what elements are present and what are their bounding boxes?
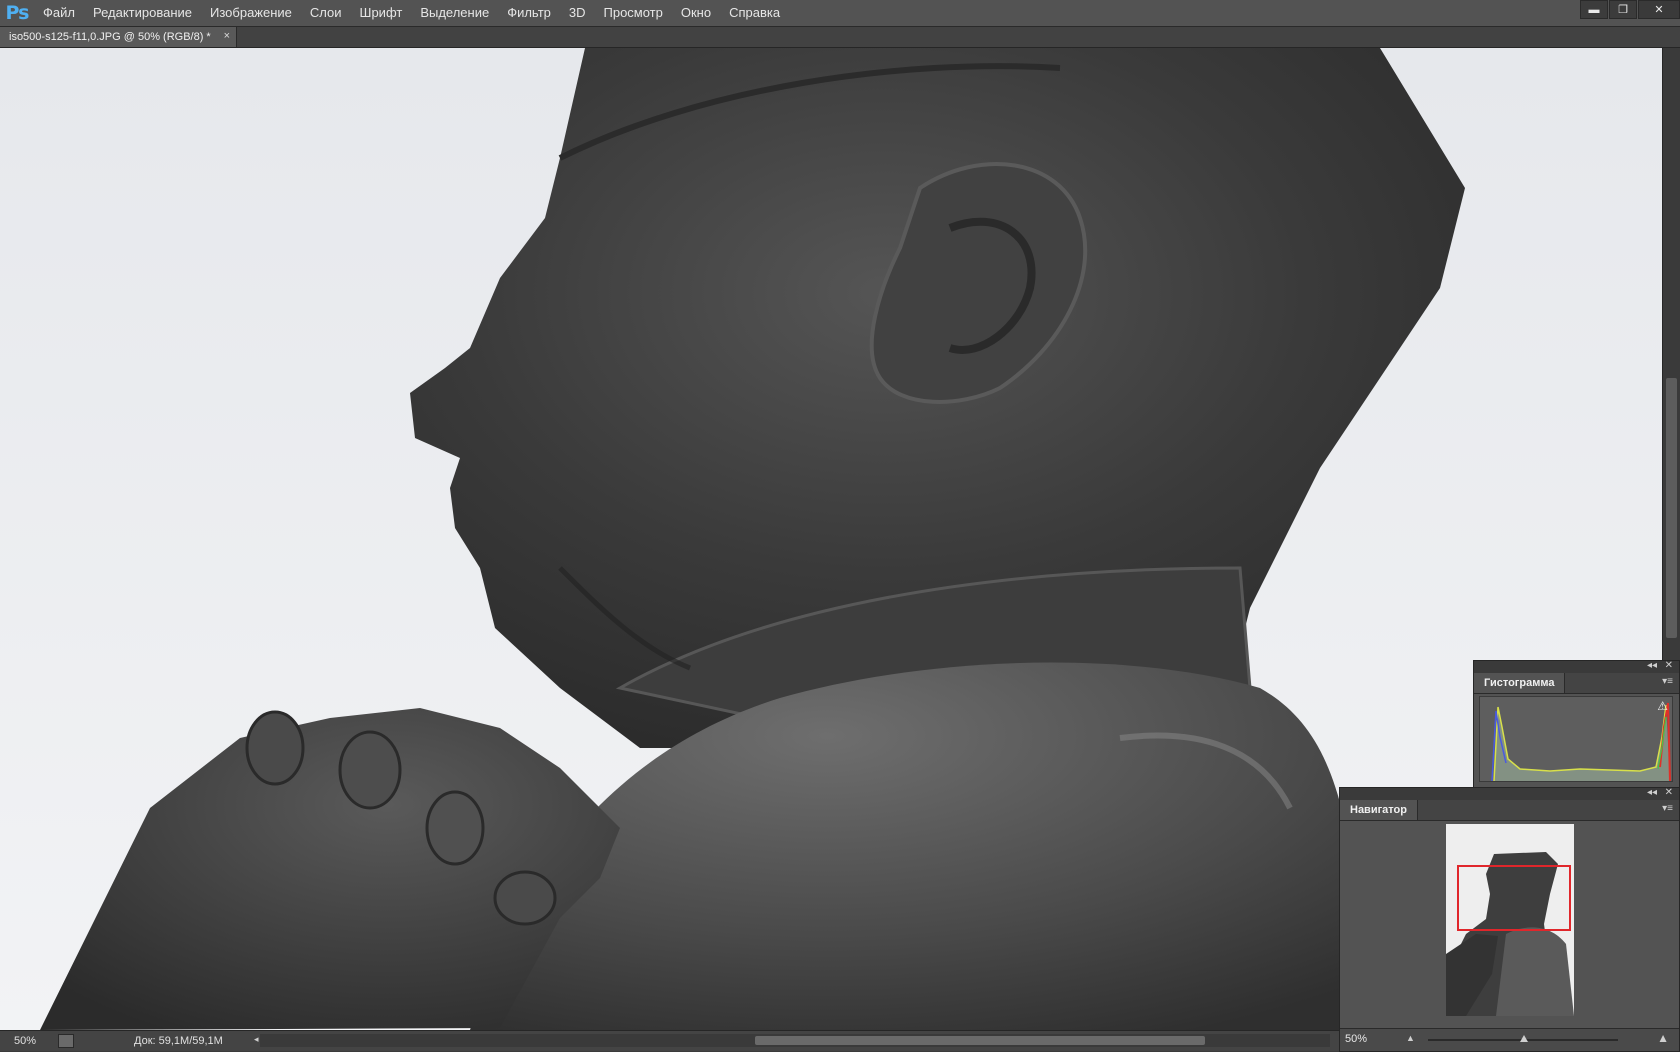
navigator-preview-image xyxy=(1446,824,1574,1016)
vertical-scroll-thumb[interactable] xyxy=(1666,378,1677,638)
histogram-tab[interactable]: Гистограмма xyxy=(1474,673,1566,693)
document-tab-title: iso500-s125-f11,0.JPG @ 50% (RGB/8) * xyxy=(9,31,211,43)
horizontal-scrollbar[interactable]: ◂ xyxy=(254,1034,1330,1047)
menu-select[interactable]: Выделение xyxy=(411,0,498,26)
menu-help[interactable]: Справка xyxy=(720,0,789,26)
histogram-panel: ◂◂ ✕ Гистограмма ▾≡ ⚠ xyxy=(1473,660,1680,788)
status-bar: 50% Док: 59,1M/59,1M ▶ ◂ xyxy=(0,1030,1339,1051)
menu-edit[interactable]: Редактирование xyxy=(84,0,201,26)
zoom-slider-knob[interactable] xyxy=(1520,1035,1528,1042)
close-panel-icon[interactable]: ✕ xyxy=(1665,660,1673,671)
horizontal-scroll-thumb[interactable] xyxy=(755,1036,1205,1045)
close-tab-icon[interactable]: × xyxy=(224,30,230,42)
restore-button[interactable]: ❐ xyxy=(1609,0,1637,19)
close-navigator-icon[interactable]: ✕ xyxy=(1665,787,1673,798)
window-controls: ▬ ❐ ✕ xyxy=(1579,0,1680,19)
menu-window[interactable]: Окно xyxy=(672,0,720,26)
scroll-left-icon[interactable]: ◂ xyxy=(254,1034,259,1045)
histogram-tab-row: Гистограмма ▾≡ xyxy=(1474,673,1679,694)
histogram-panel-header: ◂◂ ✕ xyxy=(1474,660,1679,673)
collapse-panel-icon[interactable]: ◂◂ xyxy=(1647,660,1657,671)
navigator-zoom-bar: 50% ▲ ▲ xyxy=(1340,1028,1679,1051)
navigator-panel-header: ◂◂ ✕ xyxy=(1340,787,1679,800)
status-zoom-level[interactable]: 50% xyxy=(0,1035,58,1047)
menu-layers[interactable]: Слои xyxy=(301,0,351,26)
navigator-panel: ◂◂ ✕ Навигатор ▾≡ 50% ▲ ▲ xyxy=(1339,787,1680,1052)
menu-file[interactable]: Файл xyxy=(34,0,84,26)
proof-setup-icon[interactable] xyxy=(58,1034,74,1048)
navigator-menu-icon[interactable]: ▾≡ xyxy=(1662,803,1673,814)
menu-3d[interactable]: 3D xyxy=(560,0,595,26)
menu-view[interactable]: Просмотр xyxy=(595,0,672,26)
menu-filter[interactable]: Фильтр xyxy=(498,0,560,26)
close-window-button[interactable]: ✕ xyxy=(1638,0,1680,19)
menu-bar: Ps Файл Редактирование Изображение Слои … xyxy=(0,0,1680,27)
document-tab[interactable]: iso500-s125-f11,0.JPG @ 50% (RGB/8) * × xyxy=(0,27,237,47)
navigator-tab-row: Навигатор ▾≡ xyxy=(1340,800,1679,821)
document-tab-bar: iso500-s125-f11,0.JPG @ 50% (RGB/8) * × xyxy=(0,27,1680,48)
minimize-button[interactable]: ▬ xyxy=(1580,0,1608,19)
navigator-tab[interactable]: Навигатор xyxy=(1340,800,1418,820)
panel-menu-icon[interactable]: ▾≡ xyxy=(1662,676,1673,687)
menu-image[interactable]: Изображение xyxy=(201,0,301,26)
histogram-curve xyxy=(1480,702,1671,782)
navigator-thumbnail[interactable] xyxy=(1446,824,1574,1016)
navigator-zoom-value[interactable]: 50% xyxy=(1345,1033,1367,1045)
collapse-navigator-icon[interactable]: ◂◂ xyxy=(1647,787,1657,798)
histogram-warning-icon[interactable]: ⚠ xyxy=(1657,699,1668,713)
zoom-in-icon[interactable]: ▲ xyxy=(1657,1031,1669,1045)
status-doc-size: Док: 59,1M/59,1M xyxy=(134,1035,223,1047)
navigator-zoom-slider[interactable] xyxy=(1428,1035,1618,1042)
zoom-out-icon[interactable]: ▲ xyxy=(1406,1033,1415,1043)
photoshop-logo-icon: Ps xyxy=(5,2,30,24)
histogram-graph: ⚠ xyxy=(1479,696,1673,782)
menu-type[interactable]: Шрифт xyxy=(351,0,412,26)
